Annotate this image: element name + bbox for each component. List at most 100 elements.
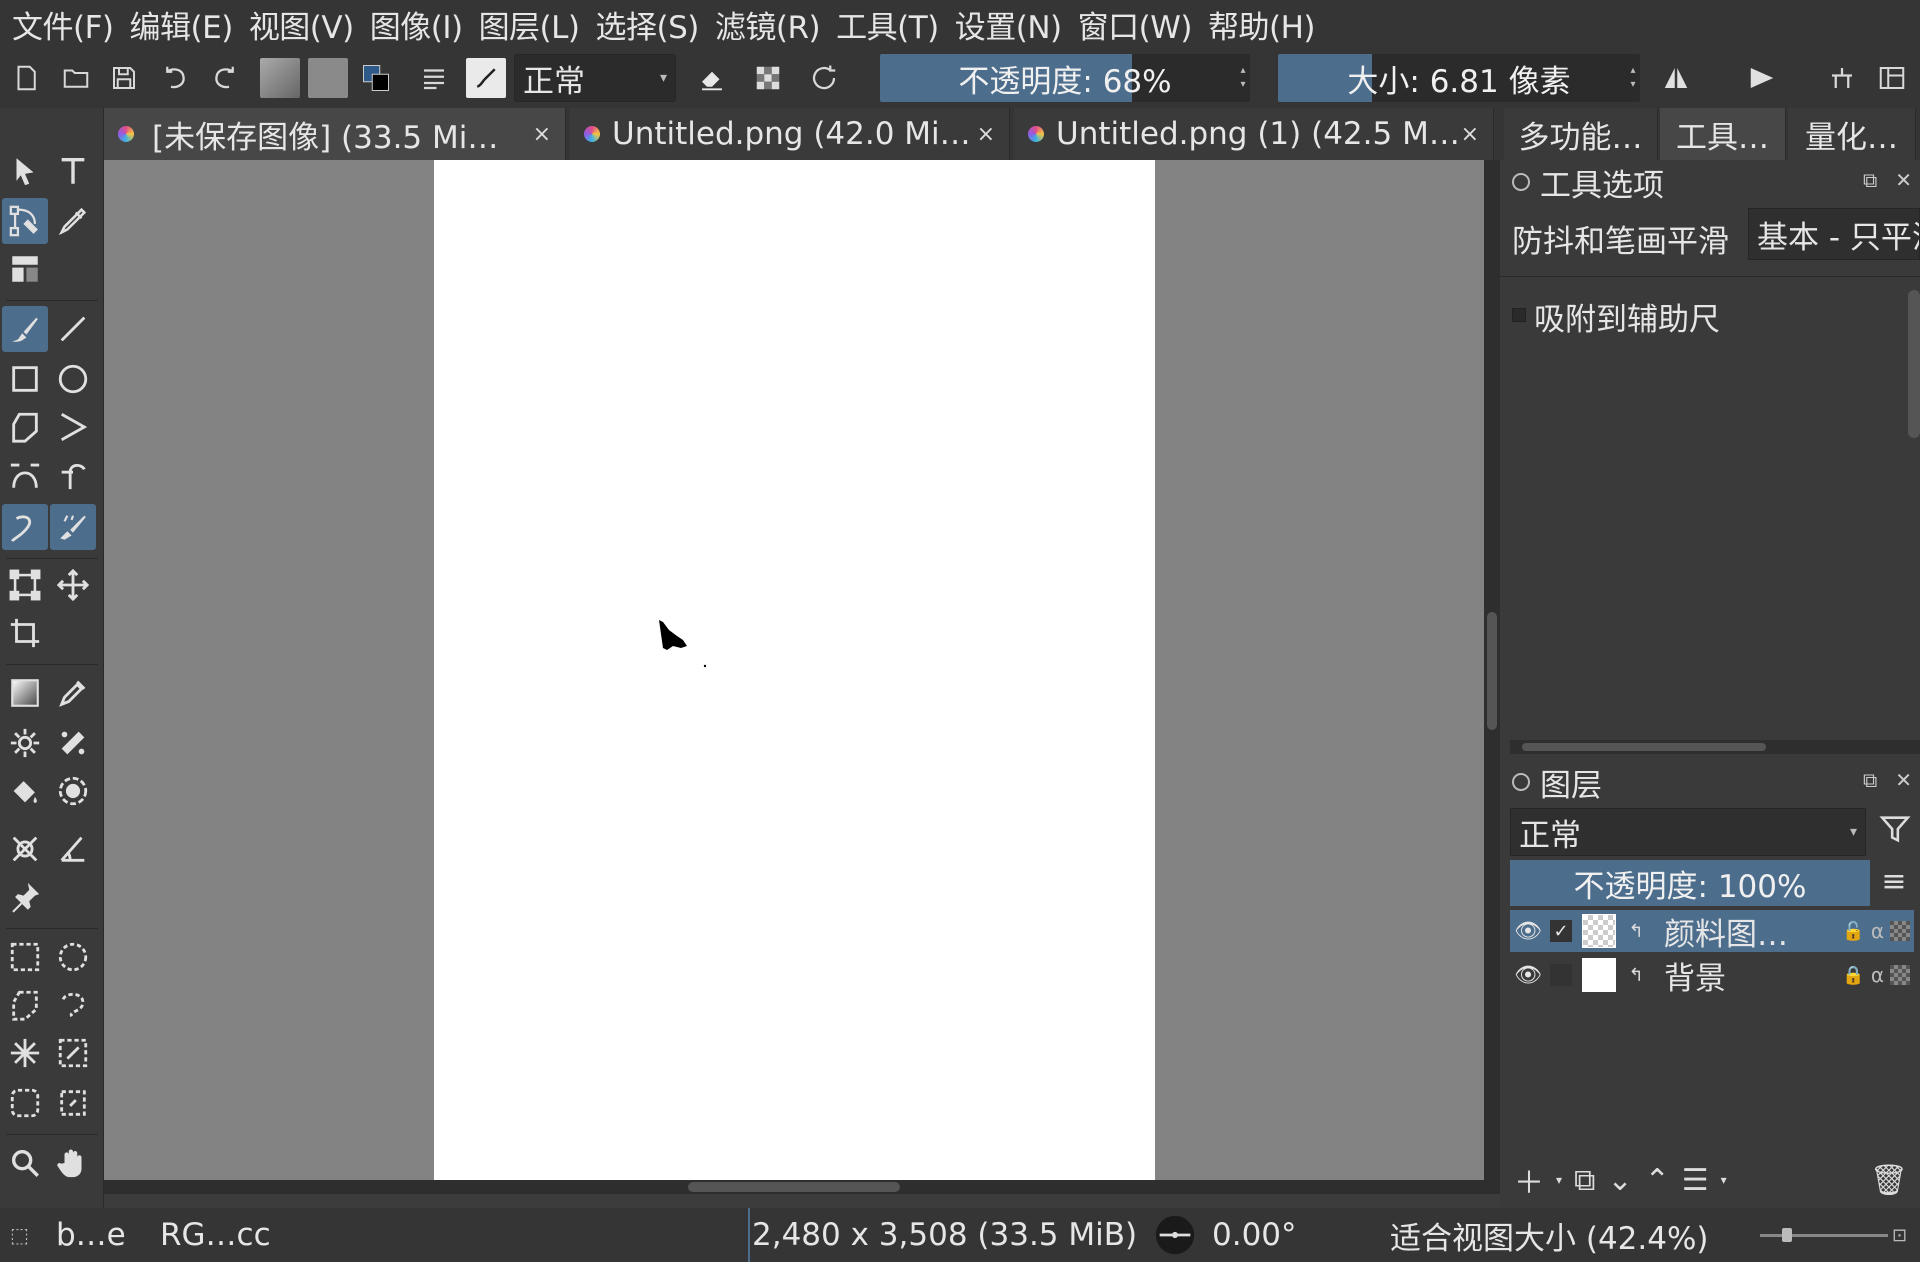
delete-layer-icon[interactable]: 🗑 [1870,1163,1908,1198]
polyline-tool-icon[interactable] [50,404,96,450]
menu-file[interactable]: 文件(F) [8,2,126,47]
tab-untitled-png[interactable]: Untitled.png (42.0 Mi… × [570,108,1010,160]
rectangle-tool-icon[interactable] [2,356,48,402]
transform-tool-icon[interactable] [2,562,48,608]
layer-options-menu-icon[interactable]: ≡ [1876,864,1912,900]
wrap-around-icon[interactable] [1824,60,1860,96]
color-picker-tool-icon[interactable] [50,670,96,716]
menu-select[interactable]: 选择(S) [592,2,711,47]
float-panel-icon[interactable]: ⧉ [1863,768,1877,792]
menu-tools[interactable]: 工具(T) [832,2,951,47]
visibility-eye-icon[interactable]: 👁 [1510,963,1546,988]
calligraphy-tool-icon[interactable] [50,198,96,244]
close-icon[interactable]: × [533,122,551,147]
snap-to-assistant-checkbox[interactable] [1512,308,1526,322]
menu-image[interactable]: 图像(I) [366,2,475,47]
zoom-slider-handle[interactable] [1782,1228,1792,1242]
measure-tool-icon[interactable] [2,826,48,872]
add-layer-icon[interactable]: ＋ [1514,1158,1544,1202]
panel-scroll-thumb[interactable] [1908,290,1920,438]
tab-quantize[interactable]: 量化… [1788,108,1916,160]
polygon-select-tool-icon[interactable] [2,982,48,1028]
inherit-alpha-icon[interactable] [1890,965,1910,985]
document-canvas[interactable] [434,160,1155,1180]
polygon-tool-icon[interactable] [2,404,48,450]
pan-tool-icon[interactable] [50,1140,96,1186]
lock-icon[interactable] [1512,173,1530,191]
close-icon[interactable]: ✕ [1895,768,1912,792]
gradient-map-tool-icon[interactable] [2,246,48,292]
zoom-slider[interactable] [1760,1234,1888,1237]
edit-shapes-tool-icon[interactable] [2,198,48,244]
freehand-path-tool-icon[interactable] [50,452,96,498]
visibility-eye-icon[interactable]: 👁 [1510,919,1546,944]
move-tool-icon[interactable] [50,562,96,608]
close-icon[interactable]: × [977,122,995,147]
lock-icon[interactable] [1512,773,1530,791]
move-layer-down-icon[interactable]: ⌄ [1607,1163,1632,1198]
opacity-slider[interactable]: 不透明度: 68% ▴ ▾ [880,54,1250,102]
menu-help[interactable]: 帮助(H) [1204,2,1327,47]
menu-layer[interactable]: 图层(L) [475,2,592,47]
horizontal-scroll-thumb[interactable] [688,1182,900,1192]
tab-untitled-png-1[interactable]: Untitled.png (1) (42.5 M… × [1014,108,1494,160]
zoom-level[interactable]: 适合视图大小 (42.4%) [1390,1208,1709,1262]
smart-patch-tool-icon[interactable] [2,720,48,766]
multibrush-tool-icon[interactable] [50,504,96,550]
stabilizer-mode-select[interactable]: 基本 - 只平滑 [1748,208,1920,260]
freehand-brush-tool-icon[interactable] [2,306,48,352]
tab-tool-options[interactable]: 工具… [1660,108,1786,160]
brush-preset-icon[interactable] [466,58,506,98]
select-shapes-tool-icon[interactable] [2,148,48,194]
close-icon[interactable]: × [1461,122,1479,147]
save-icon[interactable] [106,60,142,96]
lock-icon[interactable]: 🔓 [1842,921,1864,942]
lock-icon[interactable]: 🔒 [1842,965,1864,986]
menu-settings[interactable]: 设置(N) [951,2,1074,47]
brush-settings-icon[interactable] [416,60,452,96]
reload-preset-icon[interactable] [806,60,842,96]
float-panel-icon[interactable]: ⧉ [1863,168,1877,192]
layer-checkbox[interactable] [1550,964,1572,986]
fullscreen-icon[interactable]: ⊡ [1892,1208,1907,1262]
menu-window[interactable]: 窗口(W) [1074,2,1204,47]
ellipse-select-tool-icon[interactable] [50,934,96,980]
freehand-select-tool-icon[interactable] [50,982,96,1028]
alpha-lock-icon[interactable]: α [1871,963,1884,987]
menu-filter[interactable]: 滤镜(R) [711,2,832,47]
move-layer-up-icon[interactable]: ⌃ [1645,1163,1670,1198]
rect-select-tool-icon[interactable] [2,934,48,980]
alpha-lock-icon[interactable]: α [1871,919,1884,943]
menu-view[interactable]: 视图(V) [245,2,366,47]
layer-blend-mode-select[interactable]: 正常 ▾ [1510,808,1866,856]
mirror-horizontal-icon[interactable] [1658,60,1694,96]
duplicate-layer-icon[interactable]: ⧉ [1574,1163,1595,1198]
vertical-scroll-thumb[interactable] [1487,612,1497,730]
rotation-value[interactable]: 0.00° [1212,1208,1297,1262]
layer-properties-icon[interactable]: ☰ [1682,1163,1709,1198]
magnetic-select-tool-icon[interactable] [50,1080,96,1126]
redo-icon[interactable] [206,60,242,96]
angle-tool-icon[interactable] [50,826,96,872]
open-folder-icon[interactable] [58,60,94,96]
menu-edit[interactable]: 编辑(E) [126,2,245,47]
reference-pin-tool-icon[interactable] [2,874,48,920]
fg-bg-color-icon[interactable] [358,60,394,96]
brush-size-slider[interactable]: 大小: 6.81 像素 ▴ ▾ [1278,54,1640,102]
crop-tool-icon[interactable] [2,610,48,656]
eraser-mode-icon[interactable] [694,60,730,96]
bezier-select-tool-icon[interactable] [2,1080,48,1126]
pattern-preset-icon[interactable] [308,58,348,98]
mirror-vertical-icon[interactable] [1744,60,1780,96]
image-dimensions[interactable]: 2,480 x 3,508 (33.5 MiB) [748,1208,1137,1262]
zoom-tool-icon[interactable] [2,1140,48,1186]
undo-icon[interactable] [158,60,194,96]
dynamic-brush-tool-icon[interactable] [2,504,48,550]
fill-tool-icon[interactable] [2,768,48,814]
inherit-alpha-icon[interactable] [1890,921,1910,941]
close-icon[interactable]: ✕ [1895,168,1912,192]
filter-icon[interactable] [1878,812,1912,852]
layer-row[interactable]: 👁 ↰ 背景 🔒 α [1510,954,1914,997]
contiguous-select-tool-icon[interactable] [2,1030,48,1076]
enclose-fill-tool-icon[interactable] [50,768,96,814]
